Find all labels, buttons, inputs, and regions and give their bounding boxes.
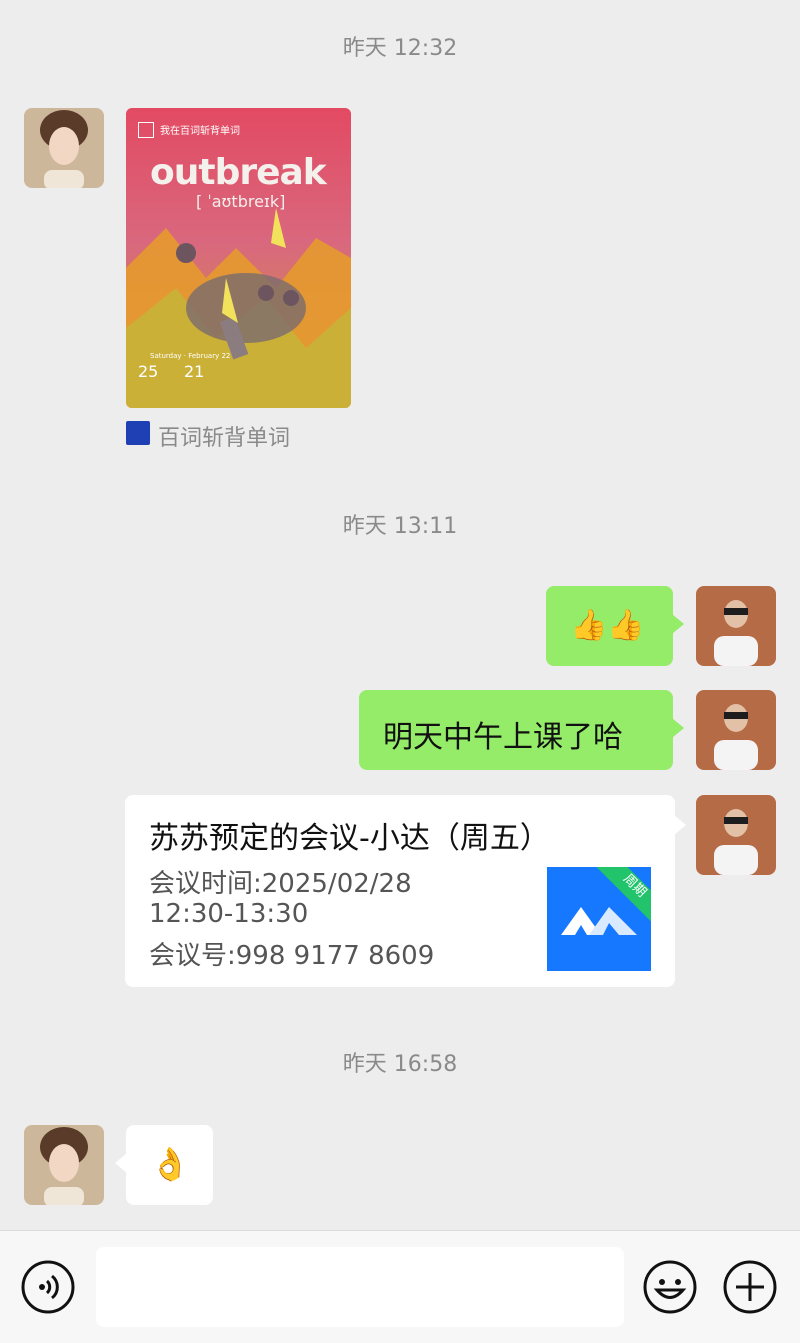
chat-input-bar: [0, 1230, 800, 1343]
card-date: Saturday · February 22: [150, 352, 231, 360]
contact-avatar[interactable]: [24, 108, 104, 188]
meeting-time: 会议时间:2025/02/28: [149, 869, 412, 899]
meeting-time-range: 12:30-13:30: [149, 899, 309, 929]
message-bubble[interactable]: 👌: [115, 1125, 213, 1205]
contact-avatar[interactable]: [24, 1125, 104, 1205]
emoji-icon[interactable]: [642, 1259, 698, 1319]
self-avatar[interactable]: [696, 690, 776, 770]
meeting-card[interactable]: 苏苏预定的会议-小达（周五） 会议时间:2025/02/28 12:30-13:…: [125, 795, 686, 987]
card-word: outbreak: [150, 152, 327, 193]
meeting-id: 会议号:998 9177 8609: [149, 941, 435, 971]
app-logo-icon: [138, 122, 154, 138]
self-avatar[interactable]: [696, 795, 776, 875]
timestamp: 昨天 12:32: [342, 36, 458, 61]
tencent-meeting-logo-icon: 周期: [547, 867, 651, 971]
timestamp: 昨天 16:58: [342, 1052, 458, 1077]
message-input[interactable]: [96, 1247, 624, 1327]
timestamp: 昨天 13:11: [342, 514, 458, 539]
message-emoji: 👍👍: [570, 608, 645, 643]
meeting-title: 苏苏预定的会议-小达（周五）: [149, 821, 550, 856]
plus-icon[interactable]: [722, 1259, 778, 1319]
card-header: 我在百词斩背单词: [160, 126, 240, 137]
message-text: 明天中午上课了哈: [383, 720, 623, 755]
message-emoji: 👌: [150, 1145, 190, 1183]
message-bubble[interactable]: 👍👍: [546, 586, 684, 666]
word-share-card[interactable]: 我在百词斩背单词 outbreak [ ˈaʊtbreɪk] Saturday …: [126, 108, 351, 408]
source-name: 百词斩背单词: [158, 426, 291, 451]
card-stat-2: 21: [184, 362, 205, 381]
self-avatar[interactable]: [696, 586, 776, 666]
source-logo-icon: [126, 421, 150, 445]
voice-icon[interactable]: [20, 1259, 76, 1319]
card-phonetic: [ ˈaʊtbreɪk]: [196, 192, 286, 211]
card-stat-1: 25: [138, 362, 159, 381]
message-bubble[interactable]: 明天中午上课了哈: [359, 690, 684, 770]
